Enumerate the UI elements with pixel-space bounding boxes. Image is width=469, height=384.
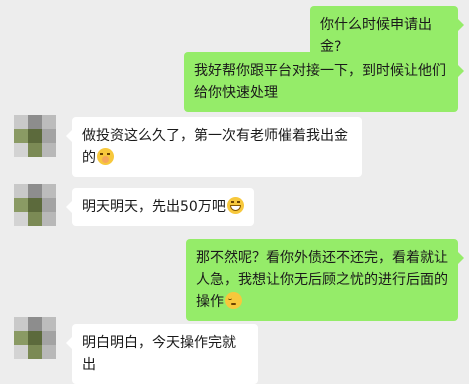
avatar-pixel: [14, 212, 28, 226]
message-text: 我好帮你跟平台对接一下，到时候让他们给你快速处理: [194, 63, 446, 101]
avatar-pixel: [14, 184, 28, 198]
avatar-pixel: [42, 331, 56, 345]
avatar-pixel: [28, 129, 42, 143]
avatar-pixel: [28, 212, 42, 226]
avatar-pixel: [42, 129, 56, 143]
avatar-pixel: [28, 184, 42, 198]
avatar-pixel: [42, 345, 56, 359]
avatar-pixel: [42, 212, 56, 226]
avatar-pixel: [28, 345, 42, 359]
avatar-pixel: [14, 129, 28, 143]
message-outgoing[interactable]: 那不然呢？看你外债还不还完，看着就让人急，我想让你无后顾之忧的进行后面的操作: [186, 239, 464, 321]
avatar-pixel: [28, 143, 42, 157]
avatar[interactable]: [14, 317, 56, 359]
embarrassed-laugh-emoji: [97, 148, 114, 165]
avatar-pixel: [14, 345, 28, 359]
message-text: 做投资这么久了，第一次有老师催着我出金的: [82, 128, 348, 166]
avatar-pixel: [42, 317, 56, 331]
message-text: 明白明白，今天操作完就出: [82, 335, 236, 373]
grinning-emoji: [226, 197, 244, 214]
avatar-pixel: [14, 317, 28, 331]
message-incoming[interactable]: 做投资这么久了，第一次有老师催着我出金的: [66, 117, 362, 177]
avatar-pixel: [14, 143, 28, 157]
avatar-pixel: [28, 331, 42, 345]
avatar[interactable]: [14, 184, 56, 226]
avatar[interactable]: [14, 115, 56, 157]
avatar-pixel: [42, 198, 56, 212]
avatar-pixel: [14, 115, 28, 129]
message-text: 明天明天，先出50万吧: [82, 199, 226, 215]
message-outgoing[interactable]: 我好帮你跟平台对接一下，到时候让他们给你快速处理: [184, 52, 464, 112]
avatar-pixel: [28, 115, 42, 129]
avatar-pixel: [28, 317, 42, 331]
message-incoming[interactable]: 明天明天，先出50万吧: [66, 188, 254, 226]
relieved-emoji: [225, 292, 242, 309]
avatar-pixel: [42, 143, 56, 157]
avatar-pixel: [42, 115, 56, 129]
avatar-pixel: [14, 331, 28, 345]
avatar-pixel: [14, 198, 28, 212]
avatar-pixel: [42, 184, 56, 198]
message-text: 你什么时候申请出金?: [320, 17, 432, 55]
message-incoming[interactable]: 明白明白，今天操作完就出: [66, 324, 258, 384]
avatar-pixel: [28, 198, 42, 212]
chat-conversation: 你什么时候申请出金? 我好帮你跟平台对接一下，到时候让他们给你快速处理 做投资这…: [0, 0, 469, 384]
